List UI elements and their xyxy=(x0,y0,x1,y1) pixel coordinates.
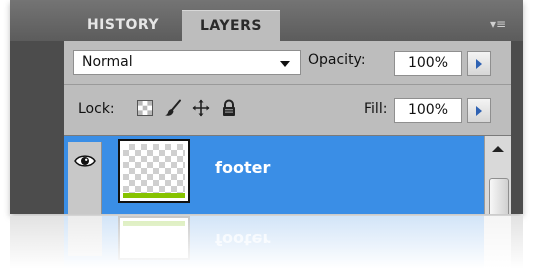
fill-slider-button[interactable] xyxy=(467,98,491,123)
layer-name: footer xyxy=(215,158,271,177)
opacity-field[interactable]: 100% xyxy=(394,51,462,76)
panel-reflection: footer xyxy=(0,216,533,278)
reflection-fade xyxy=(0,216,533,278)
tab-layers[interactable]: LAYERS xyxy=(182,10,280,42)
panel-content: Normal Opacity: 100% Lock: Fill: 100% fo… xyxy=(64,41,511,214)
transparency-checker xyxy=(123,144,185,193)
fill-field[interactable]: 100% xyxy=(394,98,462,123)
layer-visibility-toggle[interactable] xyxy=(68,142,102,214)
layers-scrollbar[interactable] xyxy=(484,136,511,214)
opacity-slider-button[interactable] xyxy=(467,51,491,76)
opacity-label: Opacity: xyxy=(308,52,366,68)
lock-label: Lock: xyxy=(78,101,115,117)
panel-menu-icon[interactable]: ▾≡ xyxy=(487,16,509,32)
eye-icon xyxy=(74,155,96,167)
blend-mode-select[interactable]: Normal xyxy=(73,50,301,75)
lock-image-pixels-icon[interactable] xyxy=(164,99,182,117)
tab-history[interactable]: HISTORY xyxy=(64,10,183,41)
lock-row: Lock: Fill: 100% xyxy=(64,85,511,133)
tab-bar: HISTORY LAYERS ▾≡ xyxy=(10,0,523,42)
layer-row[interactable]: footer xyxy=(64,136,484,214)
lock-position-icon[interactable] xyxy=(192,99,210,117)
layers-panel-screenshot: HISTORY LAYERS ▾≡ Normal Opacity: 100% L… xyxy=(0,0,533,278)
lock-all-icon[interactable] xyxy=(220,99,238,117)
lock-transparent-pixels-icon[interactable] xyxy=(136,99,154,117)
fill-label: Fill: xyxy=(364,101,388,117)
dropdown-arrow-icon xyxy=(280,61,290,67)
layers-list: footer xyxy=(64,136,511,214)
layers-panel: HISTORY LAYERS ▾≡ Normal Opacity: 100% L… xyxy=(10,0,523,214)
thumbnail-green-bar xyxy=(123,193,185,198)
blend-mode-value: Normal xyxy=(82,54,133,70)
blend-row: Normal Opacity: 100% xyxy=(64,41,511,83)
layer-thumbnail xyxy=(118,139,190,203)
scroll-up-arrow-icon[interactable] xyxy=(492,146,504,152)
scrollbar-thumb[interactable] xyxy=(489,178,509,214)
